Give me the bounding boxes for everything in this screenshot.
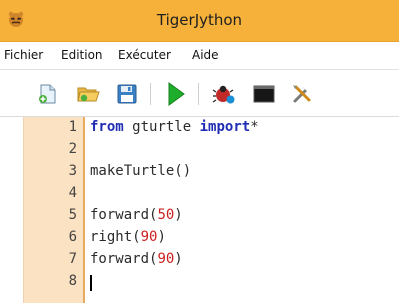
tigerjython-window: TigerJython Fichier Edition Exécuter Aid… bbox=[0, 0, 399, 303]
menu-aide[interactable]: Aide bbox=[192, 42, 219, 69]
menu-executer[interactable]: Exécuter bbox=[118, 42, 171, 69]
code-token: ) bbox=[174, 207, 183, 223]
code-token: right( bbox=[90, 229, 141, 245]
menu-bar: Fichier Edition Exécuter Aide bbox=[0, 42, 399, 70]
code-token: * bbox=[250, 119, 259, 135]
line-number-gutter: 1 2 3 4 5 6 7 8 bbox=[24, 117, 85, 303]
toolbar-separator bbox=[150, 83, 151, 105]
toolbar-separator bbox=[198, 83, 199, 105]
code-token: forward( bbox=[90, 251, 158, 267]
code-token: forward( bbox=[90, 207, 158, 223]
play-icon bbox=[168, 82, 185, 106]
run-button[interactable] bbox=[164, 82, 188, 106]
number-token: 90 bbox=[140, 229, 158, 245]
code-line[interactable]: forward(90) bbox=[90, 251, 183, 270]
line-number: 7 bbox=[68, 251, 77, 267]
code-line[interactable]: makeTurtle() bbox=[90, 163, 191, 182]
code-token: ) bbox=[157, 229, 166, 245]
save-button[interactable] bbox=[115, 82, 139, 106]
line-number: 2 bbox=[68, 141, 77, 157]
number-token: 50 bbox=[157, 207, 175, 223]
text-cursor bbox=[90, 275, 92, 291]
code-line[interactable]: forward(50) bbox=[90, 207, 183, 226]
line-number: 1 bbox=[68, 119, 77, 135]
new-file-icon bbox=[39, 84, 56, 104]
code-line[interactable]: right(90) bbox=[90, 229, 166, 248]
keyword-token: from bbox=[90, 119, 124, 135]
menu-fichier[interactable]: Fichier bbox=[4, 42, 43, 69]
code-area[interactable]: from gturtle import* makeTurtle() forward(… bbox=[90, 117, 390, 303]
line-number: 8 bbox=[68, 273, 77, 289]
console-button[interactable] bbox=[252, 82, 276, 106]
debug-button[interactable] bbox=[212, 82, 236, 106]
toolbar bbox=[0, 70, 399, 116]
open-file-button[interactable] bbox=[76, 82, 100, 106]
line-number: 4 bbox=[68, 185, 77, 201]
terminal-icon bbox=[253, 85, 275, 103]
line-number: 3 bbox=[68, 163, 77, 179]
code-editor[interactable]: 1 2 3 4 5 6 7 8 from gturtle import* make… bbox=[0, 116, 399, 303]
number-token: 90 bbox=[157, 251, 175, 267]
line-number: 6 bbox=[68, 229, 77, 245]
line-number: 5 bbox=[68, 207, 77, 223]
menu-edition[interactable]: Edition bbox=[61, 42, 103, 69]
code-token: makeTurtle() bbox=[90, 163, 192, 179]
title-bar[interactable]: TigerJython bbox=[0, 0, 399, 42]
code-token: ) bbox=[174, 251, 183, 267]
bug-icon bbox=[212, 85, 235, 104]
folder-icon bbox=[77, 87, 100, 102]
settings-button[interactable] bbox=[290, 82, 314, 106]
window-title: TigerJython bbox=[156, 11, 243, 29]
new-file-button[interactable] bbox=[36, 82, 60, 106]
floppy-icon bbox=[117, 84, 137, 104]
code-line[interactable]: from gturtle import* bbox=[90, 119, 259, 138]
tools-icon bbox=[293, 85, 311, 103]
editor-left-margin bbox=[0, 117, 24, 303]
code-token: gturtle bbox=[132, 119, 192, 135]
keyword-token: import bbox=[199, 119, 251, 135]
